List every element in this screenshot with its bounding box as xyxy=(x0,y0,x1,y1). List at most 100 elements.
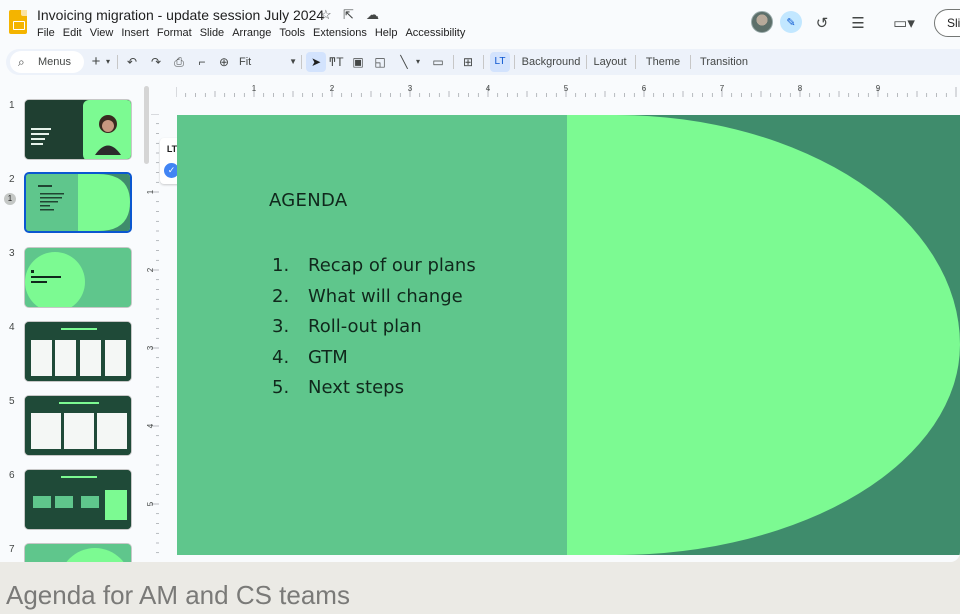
agenda-item: 4. GTM xyxy=(272,343,476,374)
ruler-label: 4 xyxy=(147,423,155,428)
ruler-label: 5 xyxy=(564,84,569,93)
select-arrow-icon[interactable]: ➤ xyxy=(306,52,326,72)
line-dropdown-icon[interactable]: ▾ xyxy=(414,53,422,71)
text-box-icon[interactable]: ͳT xyxy=(328,53,344,71)
toolbar-divider xyxy=(453,55,454,69)
slide-thumbnail-7[interactable] xyxy=(24,543,132,562)
video-icon[interactable]: ▭ xyxy=(430,53,446,71)
add-icon[interactable]: + xyxy=(90,53,102,71)
toolbar: ⌕ Menus + ▾ ↶ ↷ ⎙ ⌐ ⊕ Fit ▼ ➤ ͳT ▣ ◱ ╲ ▾… xyxy=(6,49,960,75)
slide-number: 5 xyxy=(9,396,15,407)
slide-canvas[interactable]: AGENDA 1. Recap of our plans 2. What will … xyxy=(177,115,960,555)
add-dropdown-icon[interactable]: ▾ xyxy=(104,53,112,71)
ruler-label: 5 xyxy=(147,501,155,506)
shape-icon[interactable]: ◱ xyxy=(372,53,388,71)
slide-thumbnail-1[interactable] xyxy=(24,99,132,160)
slide-right-shape xyxy=(567,115,960,555)
slide-7-preview xyxy=(25,544,131,562)
slide-2-preview xyxy=(26,174,130,231)
language-tool-icon[interactable]: LT xyxy=(490,52,510,72)
paint-format-icon[interactable]: ⌐ xyxy=(194,53,210,71)
zoom-select[interactable]: Fit ▼ xyxy=(239,53,297,71)
slide-number: 1 xyxy=(9,100,15,111)
agenda-item: 3. Roll-out plan xyxy=(272,312,476,343)
agenda-item-number: 4. xyxy=(272,346,290,368)
chevron-down-icon: ▼ xyxy=(289,57,297,66)
agenda-item-number: 5. xyxy=(272,377,290,398)
slide-title[interactable]: AGENDA xyxy=(269,190,347,211)
menu-bar: File Edit View Insert Format Slide Arran… xyxy=(37,27,473,39)
slide-number: 7 xyxy=(9,544,15,555)
transition-button[interactable]: Transition xyxy=(694,53,754,71)
undo-icon[interactable]: ↶ xyxy=(124,53,140,71)
agenda-item: 1. Recap of our plans xyxy=(272,251,476,282)
cloud-icon[interactable]: ☁ xyxy=(366,7,379,23)
layout-button[interactable]: Layout xyxy=(588,53,632,71)
menus-search-button[interactable]: ⌕ Menus xyxy=(10,51,84,73)
menu-accessibility[interactable]: Accessibility xyxy=(405,27,470,39)
line-icon[interactable]: ╲ xyxy=(396,53,412,71)
history-icon[interactable]: ↺ xyxy=(810,11,834,35)
comments-icon[interactable]: ☰ xyxy=(846,11,870,35)
title-bar: Invoicing migration - update session Jul… xyxy=(0,0,960,46)
agenda-list[interactable]: 1. Recap of our plans 2. What will change … xyxy=(272,251,476,404)
toolbar-divider xyxy=(483,55,484,69)
slide-5-preview xyxy=(25,396,131,455)
slide-filmstrip: 1 1 2 3 4 5 6 7 xyxy=(0,86,152,562)
agenda-item: 5. Next steps xyxy=(272,373,476,404)
ruler-label: 1 xyxy=(252,84,257,93)
slide-number: 3 xyxy=(9,248,15,259)
menu-view[interactable]: View xyxy=(90,27,119,39)
toolbar-divider xyxy=(690,55,691,69)
slide-thumbnail-3[interactable] xyxy=(24,247,132,308)
slide-thumbnail-5[interactable] xyxy=(24,395,132,456)
ruler-label: 8 xyxy=(798,84,803,93)
print-icon[interactable]: ⎙ xyxy=(171,53,187,71)
search-icon: ⌕ xyxy=(18,55,25,69)
slide-1-preview xyxy=(25,100,131,159)
slide-thumbnail-2[interactable] xyxy=(24,172,132,233)
menu-slide[interactable]: Slide xyxy=(200,27,229,39)
agenda-item-number: 1. xyxy=(272,255,290,276)
move-icon[interactable]: ⇱ xyxy=(343,7,354,23)
document-title[interactable]: Invoicing migration - update session Jul… xyxy=(37,7,324,23)
background-button[interactable]: Background xyxy=(516,53,586,71)
slide-number: 6 xyxy=(9,470,15,481)
comment-icon[interactable]: ⊞ xyxy=(460,53,476,71)
toolbar-divider xyxy=(635,55,636,69)
toolbar-divider xyxy=(514,55,515,69)
agenda-item-text: GTM xyxy=(308,346,348,368)
meet-icon[interactable]: ▭▾ xyxy=(886,11,922,35)
menu-edit[interactable]: Edit xyxy=(63,27,87,39)
menu-tools[interactable]: Tools xyxy=(279,27,310,39)
agenda-item-text: What will change xyxy=(308,285,463,307)
star-icon[interactable]: ☆ xyxy=(320,7,332,23)
slides-logo-icon[interactable] xyxy=(9,10,27,34)
menu-extensions[interactable]: Extensions xyxy=(313,27,372,39)
redo-icon[interactable]: ↷ xyxy=(148,53,164,71)
theme-button[interactable]: Theme xyxy=(639,53,687,71)
ruler-label: 7 xyxy=(720,84,725,93)
ruler-label: 3 xyxy=(408,84,413,93)
horizontal-ruler: 1 2 3 4 5 6 7 8 9 xyxy=(176,84,957,97)
menu-file[interactable]: File xyxy=(37,27,60,39)
slide-thumbnail-6[interactable] xyxy=(24,469,132,530)
menu-insert[interactable]: Insert xyxy=(121,27,154,39)
ruler-label: 1 xyxy=(147,189,155,194)
agenda-item-text: Recap of our plans xyxy=(308,255,476,276)
selection-count-badge: 1 xyxy=(4,193,16,205)
slide-number: 4 xyxy=(9,322,15,333)
slideshow-button[interactable]: Sli xyxy=(934,9,960,37)
slide-4-preview xyxy=(25,322,131,381)
menu-arrange[interactable]: Arrange xyxy=(232,27,276,39)
collaborator-icon[interactable]: ✎ xyxy=(780,11,802,33)
menu-help[interactable]: Help xyxy=(375,27,403,39)
zoom-icon[interactable]: ⊕ xyxy=(216,53,232,71)
vertical-ruler: 1 2 3 4 5 xyxy=(147,114,159,554)
slide-thumbnail-4[interactable] xyxy=(24,321,132,382)
avatar[interactable] xyxy=(751,11,773,33)
ruler-label: 4 xyxy=(486,84,491,93)
image-icon[interactable]: ▣ xyxy=(350,53,366,71)
menu-format[interactable]: Format xyxy=(157,27,197,39)
image-caption: Agenda for AM and CS teams xyxy=(6,580,350,610)
